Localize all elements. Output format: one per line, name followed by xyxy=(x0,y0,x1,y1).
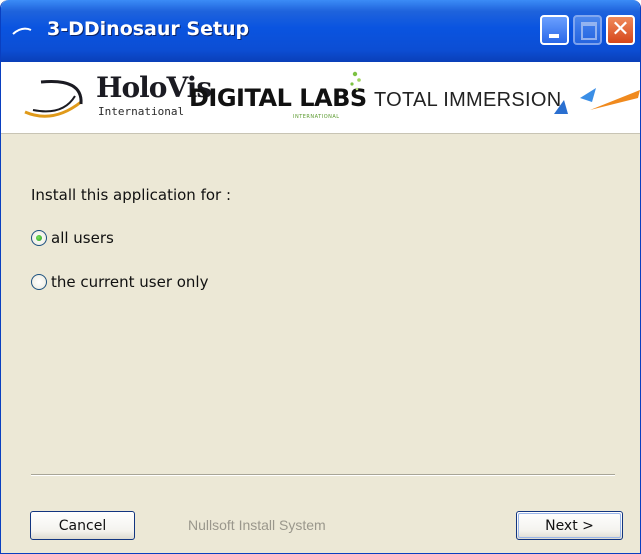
close-icon: ✕ xyxy=(611,17,630,42)
install-scope-prompt: Install this application for : xyxy=(31,186,232,204)
minimize-button[interactable] xyxy=(540,15,569,45)
window-title: 3-DDinosaur Setup xyxy=(47,18,250,40)
cancel-button[interactable]: Cancel xyxy=(30,511,135,540)
maximize-icon xyxy=(581,22,597,40)
close-button[interactable]: ✕ xyxy=(606,15,635,45)
holovis-logo-subtext: International xyxy=(98,105,185,118)
radio-all-users[interactable] xyxy=(31,230,47,246)
digital-labs-dots-icon xyxy=(350,71,361,91)
minimize-icon xyxy=(549,34,559,38)
option-current-user-label[interactable]: the current user only xyxy=(51,273,208,291)
radio-selected-dot xyxy=(36,235,42,241)
nullsoft-branding: Nullsoft Install System xyxy=(188,517,326,533)
total-immersion-arrows-icon xyxy=(554,88,640,114)
digital-labs-logo-subtext: INTERNATIONAL xyxy=(293,114,340,120)
setup-app-icon xyxy=(12,27,32,35)
option-current-user[interactable]: the current user only xyxy=(31,271,208,293)
dialog-body: Install this application for : all users… xyxy=(1,133,640,553)
title-bar[interactable]: 3-DDinosaur Setup ✕ xyxy=(1,0,640,62)
footer-divider xyxy=(31,474,615,476)
radio-current-user[interactable] xyxy=(31,274,47,290)
holovis-swoosh-icon xyxy=(24,79,83,118)
option-all-users-label[interactable]: all users xyxy=(51,229,114,247)
option-all-users[interactable]: all users xyxy=(31,227,114,249)
total-immersion-logo-text: TOTAL IMMERSION xyxy=(374,89,562,111)
digital-labs-logo-text: DIGITAL LABS xyxy=(189,84,367,112)
partner-logo-banner: HoloVis International DIGITAL LABS INTER… xyxy=(1,62,640,134)
next-button[interactable]: Next > xyxy=(516,511,623,540)
installer-window: 3-DDinosaur Setup ✕ HoloVis Internationa… xyxy=(0,0,641,554)
maximize-button xyxy=(573,15,602,45)
